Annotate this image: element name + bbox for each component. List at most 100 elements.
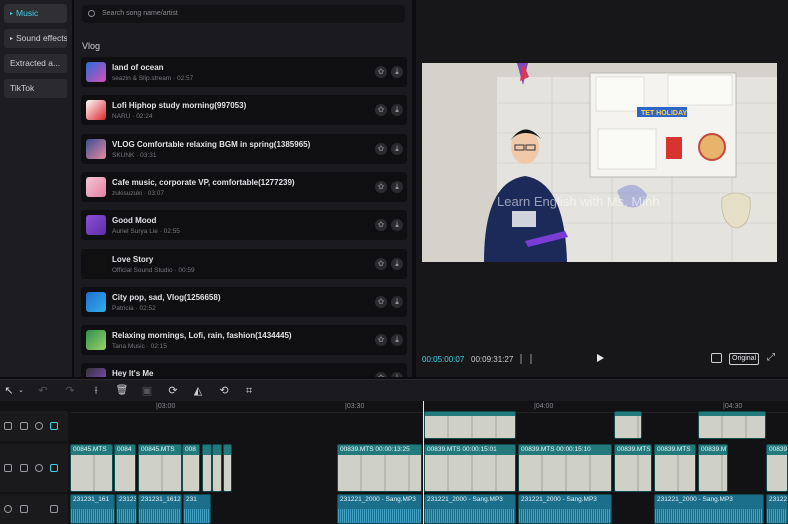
music-track-item[interactable]: Hey It's Me ✩ ⤓ (81, 363, 407, 377)
speed-icon[interactable]: ⟳ (166, 384, 180, 398)
music-track-item[interactable]: Good Mood Auriel Surya Lie · 02:55 ✩ ⤓ (81, 210, 407, 241)
category-sidebar: ▸ Music ▸ Sound effects Extracted a... Tik… (0, 0, 72, 377)
video-clip[interactable] (223, 444, 232, 492)
crop-icon[interactable]: ⌗ (242, 384, 256, 398)
clip-thumbnails (338, 455, 421, 491)
music-track-item[interactable]: Relaxing mornings, Lofi, rain, fashion(1… (81, 325, 407, 356)
download-icon[interactable]: ⤓ (391, 295, 403, 308)
music-track-item[interactable]: Cafe music, corporate VP, comfortable(12… (81, 171, 407, 202)
audio-clip[interactable]: 231 (183, 494, 211, 524)
favorite-icon[interactable]: ✩ (375, 334, 387, 347)
audio-clip[interactable]: 231231_161 (70, 494, 115, 524)
download-icon[interactable]: ⤓ (391, 104, 403, 117)
video-clip[interactable]: 00839.MTS (698, 444, 728, 492)
category-extracted-audio[interactable]: Extracted a... (4, 54, 67, 73)
category-sound-effects[interactable]: ▸ Sound effects (4, 29, 67, 48)
video-clip[interactable]: 008 (182, 444, 200, 492)
video-editor-app: ▸ Music ▸ Sound effects Extracted a... Tik… (0, 0, 788, 524)
clip-label: 00839.MTS 00:00:13:25 (340, 446, 410, 453)
download-icon[interactable]: ⤓ (391, 372, 403, 377)
video-clip[interactable]: 00839.MTS 00:00:15:10 (518, 444, 612, 492)
favorite-icon[interactable]: ✩ (375, 219, 387, 232)
snapshot-icon[interactable] (711, 353, 722, 363)
audio-clip[interactable]: 231221_2000 - Sang.MP3 (654, 494, 764, 524)
rotate-icon[interactable]: ⟲ (217, 384, 231, 398)
timeline[interactable]: |03:00 |03:30 |04:00 |04:30 00845.MTS 00… (0, 401, 788, 524)
delete-icon[interactable]: 🗑 (115, 384, 129, 398)
clip-label: 231221_200 (769, 496, 788, 503)
download-icon[interactable]: ⤓ (391, 219, 403, 232)
category-label: Music (16, 8, 39, 18)
eye-icon[interactable] (35, 464, 43, 472)
waveform-toggle-icon[interactable] (520, 354, 532, 364)
clip-label: 00845.MTS (141, 446, 175, 453)
track-title: VLOG Comfortable relaxing BGM in spring(… (112, 139, 311, 149)
ratio-original-button[interactable]: Original (729, 353, 760, 365)
favorite-icon[interactable]: ✩ (375, 104, 387, 117)
audio-icon[interactable] (50, 464, 58, 472)
audio-clip[interactable]: 231221_2000 - Sang.MP3 (518, 494, 612, 524)
video-preview[interactable]: TET HOLIDAY Learn English with Ms. Minh (422, 63, 777, 262)
download-icon[interactable]: ⤓ (391, 257, 403, 270)
music-track-item[interactable]: land of ocean seazin & Slip.stream · 02:5… (81, 57, 407, 87)
download-icon[interactable]: ⤓ (391, 66, 403, 78)
video-clip[interactable]: 00839.MTS (614, 444, 652, 492)
music-track-item[interactable]: Love Story Official Sound Studio · 00:59 ✩… (81, 248, 407, 279)
chevron-down-icon[interactable]: ⌄ (14, 384, 28, 398)
audio-icon[interactable] (50, 422, 58, 430)
redo-icon[interactable]: ↷ (63, 384, 77, 398)
undo-icon[interactable]: ↶ (36, 384, 50, 398)
video-clip[interactable]: 00839.MTS 00:00:13:25 (337, 444, 422, 492)
audio-waveform (139, 509, 181, 523)
clip-label: 231 (186, 496, 197, 503)
track-meta: Official Sound Studio · 00:59 (112, 266, 195, 274)
playhead[interactable] (423, 401, 424, 524)
music-track-item[interactable]: Lofi Hiphop study morning(997053) NARU · … (81, 95, 407, 126)
lock-icon[interactable] (20, 464, 28, 472)
download-icon[interactable]: ⤓ (391, 142, 403, 155)
clip-thumbnails (139, 455, 181, 491)
category-tiktok[interactable]: TikTok (4, 79, 67, 98)
video-clip[interactable] (202, 444, 212, 492)
audio-clip[interactable]: 231231_1612 (138, 494, 182, 524)
favorite-icon[interactable]: ✩ (375, 295, 387, 308)
play-button[interactable] (597, 354, 604, 362)
audio-clip[interactable]: 231221_2000 - Sang.MP3 (337, 494, 422, 524)
audio-clip[interactable]: 231221_2000 - Sang.MP3 (424, 494, 516, 524)
video-clip[interactable]: 00845.MTS (138, 444, 182, 492)
split-icon[interactable]: ⟊ (89, 384, 103, 398)
audio-clip[interactable]: 231231_1612 (116, 494, 137, 524)
video-clip[interactable]: 00839.MTS 00:00:15:01 (424, 444, 516, 492)
favorite-icon[interactable]: ✩ (375, 66, 387, 78)
favorite-icon[interactable]: ✩ (375, 372, 387, 377)
download-icon[interactable]: ⤓ (391, 334, 403, 347)
lock-icon[interactable] (20, 422, 28, 430)
track-title: Love Story (112, 254, 154, 264)
overlay-clip[interactable] (698, 411, 766, 439)
lock-icon[interactable] (20, 505, 28, 513)
mirror-icon[interactable]: ◭ (191, 384, 205, 398)
audio-clip[interactable]: 231221_200 (766, 494, 788, 524)
video-clip[interactable]: 00839.MTS (766, 444, 788, 492)
video-clip[interactable]: 00845.MTS (70, 444, 113, 492)
fullscreen-icon[interactable]: ⤢ (767, 353, 777, 363)
music-track-item[interactable]: VLOG Comfortable relaxing BGM in spring(… (81, 133, 407, 164)
video-frame-image: TET HOLIDAY Learn English with Ms. Minh (422, 63, 777, 262)
music-track-item[interactable]: City pop, sad, Vlog(1256658) Patricia · 0… (81, 286, 407, 317)
download-icon[interactable]: ⤓ (391, 180, 403, 193)
favorite-icon[interactable]: ✩ (375, 180, 387, 193)
category-music[interactable]: ▸ Music (4, 4, 67, 23)
audio-waveform (184, 509, 210, 523)
song-search-input[interactable]: Search song name/artist (82, 5, 405, 23)
overlay-clip[interactable] (424, 411, 516, 439)
volume-icon[interactable] (50, 505, 58, 513)
freeze-frame-icon[interactable]: ▣ (140, 384, 154, 398)
video-clip[interactable] (212, 444, 222, 492)
video-clip[interactable]: 00839.MTS (654, 444, 696, 492)
eye-icon[interactable] (35, 422, 43, 430)
video-clip[interactable]: 0084 (114, 444, 136, 492)
favorite-icon[interactable]: ✩ (375, 142, 387, 155)
overlay-clip[interactable] (614, 411, 642, 439)
favorite-icon[interactable]: ✩ (375, 257, 387, 270)
video-watermark: Learn English with Ms. Minh (497, 194, 660, 209)
